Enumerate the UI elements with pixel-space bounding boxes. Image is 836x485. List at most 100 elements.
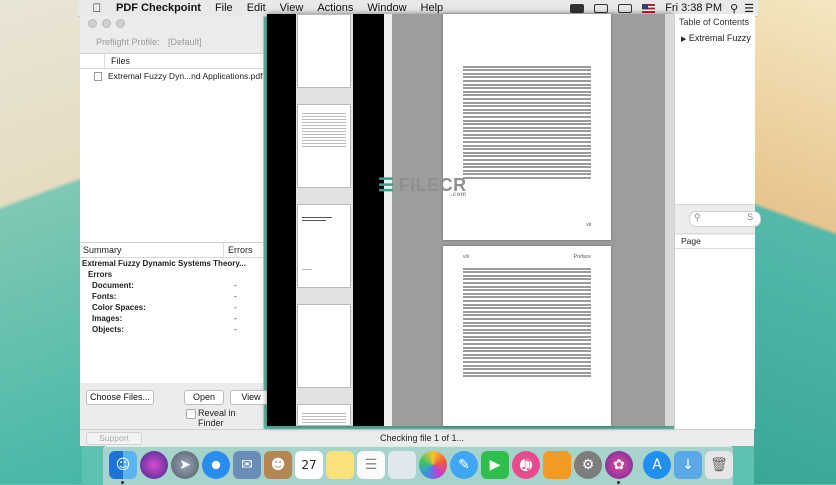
row-value: - (234, 314, 237, 323)
menu-help[interactable]: Help (421, 2, 444, 14)
page-thumbnail[interactable] (297, 304, 351, 388)
page-column-header[interactable]: Page (675, 233, 755, 249)
display-icon[interactable] (594, 3, 609, 13)
preflight-profile-select[interactable]: [Default] (168, 37, 202, 47)
preflight-profile-label: Preflight Profile: (96, 37, 160, 47)
row-label: Objects: (92, 325, 125, 334)
viewer-scrollbar[interactable] (665, 14, 674, 426)
summary-table: Summary Errors Extremal Fuzzy Dynamic Sy… (80, 242, 263, 383)
apple-menu-icon[interactable]:  (88, 1, 106, 15)
menu-view[interactable]: View (280, 2, 304, 14)
menu-file[interactable]: File (215, 2, 233, 14)
menu-actions[interactable]: Actions (317, 2, 353, 14)
pdf-checkpoint-icon[interactable]: ✿ (605, 451, 633, 479)
files-column-header[interactable]: Files (105, 56, 130, 66)
preflight-profile: Preflight Profile: [Default] (96, 37, 202, 47)
mail-icon[interactable]: ✉ (233, 451, 261, 479)
ibooks-icon[interactable] (543, 451, 571, 479)
system-preferences-icon[interactable]: ⚙ (574, 451, 602, 479)
facetime-icon[interactable]: ▶ (481, 451, 509, 479)
photos-icon[interactable] (419, 451, 447, 479)
launchpad-icon[interactable]: ➤ (171, 451, 199, 479)
summary-row-color-spaces[interactable]: Color Spaces: - (92, 302, 263, 313)
table-of-contents-panel: Table of Contents ▶ Extremal Fuzzy ⚲ S P… (674, 14, 761, 429)
search-input[interactable]: ⚲ S (689, 211, 761, 227)
status-text: Checking file 1 of 1... (380, 433, 465, 443)
summary-title: Extremal Fuzzy Dynamic Systems Theory... (82, 259, 246, 268)
page-thumbnail[interactable] (297, 204, 351, 288)
summary-title-row[interactable]: Extremal Fuzzy Dynamic Systems Theory... (82, 258, 263, 269)
errors-column-header[interactable]: Errors (224, 245, 253, 255)
watermark-logo-icon: ☰ (378, 175, 395, 195)
itunes-icon[interactable]: ♫ (512, 451, 540, 479)
airplay-icon[interactable] (618, 3, 633, 13)
view-button[interactable]: View (230, 390, 272, 405)
trash-icon[interactable]: 🗑 (705, 451, 733, 479)
summary-row-fonts[interactable]: Fonts: - (92, 291, 263, 302)
downloads-folder-icon[interactable]: ↓ (674, 451, 702, 479)
row-value: - (234, 303, 237, 312)
calendar-date: 27 (301, 458, 317, 472)
thumbnail-column (296, 14, 353, 426)
disclosure-triangle-icon[interactable]: ▶ (681, 36, 686, 43)
close-window-icon[interactable] (88, 19, 97, 28)
search-placeholder: S (747, 212, 754, 222)
open-button[interactable]: Open (184, 390, 224, 405)
pdf-viewer-window: vii viii Preface (267, 14, 674, 426)
page-column-label: Page (681, 236, 701, 246)
app-store-icon[interactable]: A (643, 451, 671, 479)
toc-item-label: Extremal Fuzzy (688, 33, 751, 43)
pdf-file-icon (94, 71, 102, 81)
row-label: Color Spaces: (92, 303, 146, 312)
summary-column-header[interactable]: Summary (80, 243, 224, 257)
toc-item[interactable]: ▶ Extremal Fuzzy (681, 33, 755, 43)
errors-group-label: Errors (88, 270, 113, 279)
contacts-icon[interactable]: ☻ (264, 451, 292, 479)
summary-row-images[interactable]: Images: - (92, 313, 263, 324)
summary-row-objects[interactable]: Objects: - (92, 324, 263, 335)
reveal-in-finder-checkbox[interactable] (186, 409, 196, 419)
siri-icon[interactable] (140, 451, 168, 479)
page-thumbnail[interactable] (297, 104, 351, 188)
search-icon: ⚲ (694, 212, 701, 222)
errors-group-row[interactable]: Errors (88, 269, 263, 280)
minimize-window-icon[interactable] (102, 19, 111, 28)
zoom-window-icon[interactable] (116, 19, 125, 28)
notification-center-icon[interactable]: ☰ (744, 2, 754, 15)
calendar-icon[interactable]: 27 (295, 451, 323, 479)
safari-icon[interactable] (202, 451, 230, 479)
row-label: Document: (92, 281, 134, 290)
preview-icon[interactable] (388, 451, 416, 479)
menubar-clock[interactable]: Fri 3:38 PM (665, 2, 722, 14)
files-table-header: Files (80, 54, 263, 69)
menu-edit[interactable]: Edit (247, 2, 266, 14)
finder-icon[interactable]: ☺ (109, 451, 137, 479)
desktop-background-left (0, 0, 82, 484)
summary-row-document[interactable]: Document: - (92, 280, 263, 291)
thumbnail-scrollbar[interactable] (384, 14, 392, 426)
app-menu[interactable]: PDF Checkpoint (116, 2, 201, 14)
summary-table-header: Summary Errors (80, 243, 263, 258)
menu-window[interactable]: Window (367, 2, 406, 14)
spotlight-search-icon[interactable]: ⚲ (730, 2, 738, 15)
status-menu-icon[interactable] (570, 3, 585, 13)
window-controls (88, 19, 125, 28)
reminders-icon[interactable]: ☰ (357, 451, 385, 479)
page-number: vii (586, 222, 591, 228)
page-thumbnail[interactable] (297, 14, 351, 88)
status-bar: Support Checking file 1 of 1... (80, 429, 754, 446)
notes-icon[interactable] (326, 451, 354, 479)
page-thumbnail[interactable] (297, 404, 351, 426)
files-table: Files Extremal Fuzzy Dyn...nd Applicatio… (80, 53, 263, 244)
toc-title: Table of Contents (679, 17, 750, 27)
table-row[interactable]: Extremal Fuzzy Dyn...nd Applications.pdf (80, 69, 263, 83)
document-page[interactable]: vii (443, 14, 611, 240)
support-button[interactable]: Support (86, 432, 142, 445)
input-source-flag-icon[interactable] (642, 3, 656, 13)
document-page[interactable]: viii Preface (443, 246, 611, 426)
page-running-head: Preface (573, 254, 591, 260)
messages-icon[interactable]: ✎ (450, 451, 478, 479)
reveal-in-finder-label[interactable]: Reveal in Finder (198, 408, 263, 428)
choose-files-button[interactable]: Choose Files... (86, 390, 154, 405)
files-icon-column (80, 54, 105, 68)
